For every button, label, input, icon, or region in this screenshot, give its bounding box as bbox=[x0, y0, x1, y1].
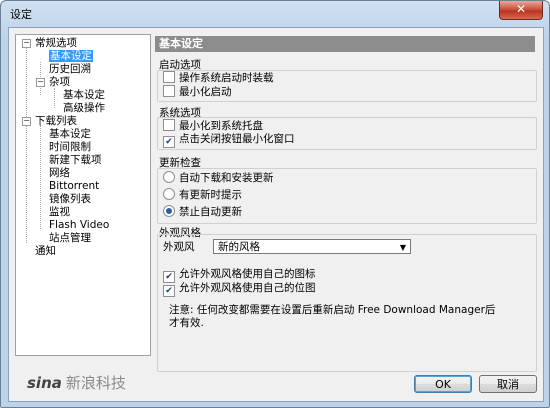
tree-item-label: 站点管理 bbox=[49, 232, 91, 244]
radio-selected-icon bbox=[163, 205, 175, 217]
dialog-body: − 常规选项 基本设定 历史回溯 − 杂项 基本设定 高级操作 − 下载列表 基… bbox=[8, 27, 544, 402]
tree-line bbox=[40, 125, 41, 229]
skin-select-value: 新的风格 bbox=[218, 241, 260, 253]
tree-item-misc[interactable]: 杂项 bbox=[49, 76, 70, 89]
restart-note: 注意: 任何改变都需要在设置后重新启动 Free Download Manage… bbox=[169, 304, 496, 329]
check-icon: ✔ bbox=[163, 285, 175, 297]
tree-item-label: 杂项 bbox=[49, 76, 70, 88]
tree-item-label: 镜像列表 bbox=[49, 193, 91, 205]
tree-item-misc-basic[interactable]: 基本设定 bbox=[63, 89, 105, 102]
check-icon: ✔ bbox=[163, 136, 175, 148]
tree-item-network[interactable]: 网络 bbox=[49, 167, 70, 180]
window-title: 设定 bbox=[10, 8, 32, 21]
settings-dialog: 设定 ✕ − 常规选项 基本设定 历史回溯 − 杂项 基本设定 高级操作 − 下… bbox=[0, 0, 550, 408]
skin-group bbox=[157, 234, 537, 372]
tree-item-notify[interactable]: 通知 bbox=[35, 245, 56, 258]
radio-label: 禁止自动更新 bbox=[179, 206, 242, 218]
tree-item-flash-video[interactable]: Flash Video bbox=[49, 219, 109, 232]
disable-update-radio[interactable]: 禁止自动更新 bbox=[163, 205, 242, 218]
tree-item-label: 监视 bbox=[49, 206, 70, 218]
auto-update-radio[interactable]: 自动下载和安装更新 bbox=[163, 171, 274, 184]
tree-item-dl-basic[interactable]: 基本设定 bbox=[49, 128, 91, 141]
tree-item-general-basic[interactable]: 基本设定 bbox=[49, 50, 93, 63]
start-minimized-checkbox[interactable]: 最小化启动 bbox=[163, 85, 232, 98]
tree-item-label: 时间限制 bbox=[49, 141, 91, 153]
sina-logo: sina 新浪科技 bbox=[27, 372, 126, 393]
sina-brand-text: 新浪科技 bbox=[65, 374, 126, 392]
tree-item-site-manager[interactable]: 站点管理 bbox=[49, 232, 91, 245]
skin-bitmaps-checkbox[interactable]: ✔ 允许外观风格使用自己的位图 bbox=[163, 282, 316, 297]
tree-item-label: Bittorrent bbox=[49, 180, 100, 192]
tree-item-label: 下载列表 bbox=[35, 115, 77, 127]
tree-item-label: 基本设定 bbox=[49, 50, 93, 62]
tree-item-new-download[interactable]: 新建下载项 bbox=[49, 154, 102, 167]
checkbox-label: 允许外观风格使用自己的图标 bbox=[179, 268, 316, 280]
collapse-icon[interactable]: − bbox=[22, 39, 31, 48]
checkbox-box bbox=[163, 71, 175, 83]
ok-button[interactable]: OK bbox=[414, 375, 472, 393]
tree-item-label: 新建下载项 bbox=[49, 154, 102, 166]
radio-circle bbox=[163, 188, 175, 200]
title-bar[interactable]: 设定 ✕ bbox=[1, 1, 549, 25]
tree-item-download-list[interactable]: 下载列表 bbox=[35, 115, 77, 128]
checkbox-label: 允许外观风格使用自己的位图 bbox=[179, 282, 316, 294]
checkbox-box bbox=[163, 85, 175, 97]
tree-item-mirrors[interactable]: 镜像列表 bbox=[49, 193, 91, 206]
settings-tree[interactable]: − 常规选项 基本设定 历史回溯 − 杂项 基本设定 高级操作 − 下载列表 基… bbox=[15, 34, 151, 356]
tree-item-general[interactable]: 常规选项 bbox=[35, 37, 77, 50]
checkbox-label: 点击关闭按钮最小化窗口 bbox=[179, 133, 295, 145]
minimize-to-tray-checkbox[interactable]: 最小化到系统托盘 bbox=[163, 119, 263, 132]
checkbox-label: 最小化启动 bbox=[179, 86, 232, 98]
sina-mark: sina bbox=[27, 374, 62, 392]
skin-select[interactable]: 新的风格 ▼ bbox=[213, 239, 411, 254]
tree-line bbox=[26, 45, 27, 243]
tree-item-bittorrent[interactable]: Bittorrent bbox=[49, 180, 99, 193]
chevron-down-icon: ▼ bbox=[399, 243, 406, 252]
skin-icons-checkbox[interactable]: ✔ 允许外观风格使用自己的图标 bbox=[163, 268, 316, 283]
notify-update-radio[interactable]: 有更新时提示 bbox=[163, 188, 242, 201]
tree-item-label: 历史回溯 bbox=[49, 63, 91, 75]
load-on-startup-checkbox[interactable]: 操作系统启动时装载 bbox=[163, 71, 274, 84]
checkbox-box bbox=[163, 119, 175, 131]
tree-line bbox=[54, 88, 55, 108]
checkbox-label: 操作系统启动时装载 bbox=[179, 72, 274, 84]
skin-label: 外观风 bbox=[163, 241, 195, 253]
radio-label: 有更新时提示 bbox=[179, 189, 242, 201]
radio-circle bbox=[163, 171, 175, 183]
tree-item-label: 基本设定 bbox=[63, 89, 105, 101]
tree-item-label: Flash Video bbox=[49, 219, 110, 231]
tree-item-history[interactable]: 历史回溯 bbox=[49, 63, 91, 76]
tree-item-label: 常规选项 bbox=[35, 37, 77, 49]
close-minimizes-checkbox[interactable]: ✔ 点击关闭按钮最小化窗口 bbox=[163, 133, 295, 148]
collapse-icon[interactable]: − bbox=[36, 78, 45, 87]
tree-item-label: 通知 bbox=[35, 245, 56, 257]
close-button[interactable]: ✕ bbox=[499, 1, 543, 20]
collapse-icon[interactable]: − bbox=[22, 117, 31, 126]
page-title: 基本设定 bbox=[155, 36, 535, 52]
tree-item-label: 基本设定 bbox=[49, 128, 91, 140]
tree-item-label: 高级操作 bbox=[63, 102, 105, 114]
radio-label: 自动下载和安装更新 bbox=[179, 172, 274, 184]
checkbox-label: 最小化到系统托盘 bbox=[179, 120, 263, 132]
tree-item-advanced[interactable]: 高级操作 bbox=[63, 102, 105, 115]
tree-item-monitor[interactable]: 监视 bbox=[49, 206, 70, 219]
tree-item-time-limit[interactable]: 时间限制 bbox=[49, 141, 91, 154]
tree-item-label: 网络 bbox=[49, 167, 70, 179]
cancel-button[interactable]: 取消 bbox=[479, 375, 537, 393]
